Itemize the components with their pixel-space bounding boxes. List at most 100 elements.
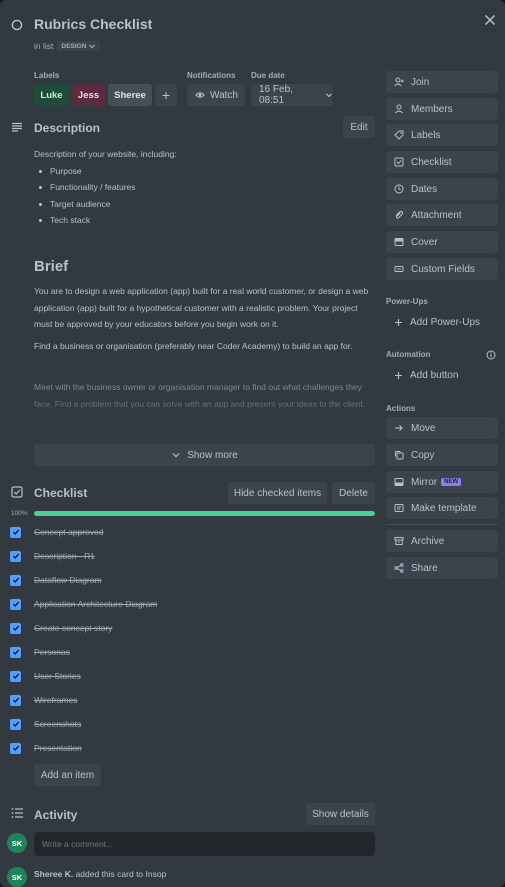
activity-user[interactable]: Sheree K. (34, 869, 73, 879)
label-chip-jess[interactable]: Jess (72, 84, 105, 106)
add-power-ups-button[interactable]: Add Power-Ups (386, 311, 498, 333)
checklist-item[interactable]: Presentation (10, 741, 375, 755)
checklist-progress-track (34, 511, 375, 516)
label-chip-sheree[interactable]: Sheree (108, 84, 152, 106)
activity-icon (11, 808, 23, 818)
checklist-item-label: Dataflow Diagram (34, 575, 102, 585)
checklist-item[interactable]: Screenshots (10, 717, 375, 731)
attachment-button[interactable]: Attachment (386, 204, 498, 226)
custom-fields-button[interactable]: Custom Fields (386, 258, 498, 280)
activity-text: added this card to Insop (73, 869, 167, 879)
checkbox[interactable] (10, 622, 21, 634)
plus-icon (395, 371, 402, 379)
checklist-item-label: Concept approved (34, 527, 104, 537)
card-title[interactable]: Rubrics Checklist (34, 16, 152, 32)
show-details-button[interactable]: Show details (306, 803, 375, 825)
brief-paragraph-1: You are to design a web application (app… (34, 286, 369, 329)
checklist-progress-label: 100% (11, 510, 28, 517)
description-icon (12, 122, 22, 132)
move-button[interactable]: Move (386, 417, 498, 439)
members-button[interactable]: Members (386, 98, 498, 120)
custom-fields-icon (394, 266, 404, 272)
checklist-item-label: Application Architecture Diagram (34, 599, 158, 609)
power-ups-heading: Power-Ups (386, 297, 428, 306)
sidebar-divider (386, 524, 498, 525)
list-item: Target audience (34, 196, 374, 213)
description-body[interactable]: Description of your website, including: … (34, 146, 374, 229)
brief-heading: Brief (34, 258, 69, 275)
tag-icon (394, 130, 404, 140)
checklist-progress-fill (34, 511, 375, 516)
description-fade (34, 392, 374, 432)
checklist-icon (394, 157, 404, 167)
checkbox[interactable] (10, 598, 21, 610)
checklist-item[interactable]: Application Architecture Diagram (10, 597, 375, 611)
user-plus-icon (394, 77, 404, 87)
checklist-item[interactable]: Description - R1 (10, 549, 375, 563)
watch-button[interactable]: Watch (187, 84, 245, 106)
checkbox[interactable] (10, 670, 21, 682)
checkbox[interactable] (10, 718, 21, 730)
checklist-item[interactable]: Dataflow Diagram (10, 573, 375, 587)
dates-button[interactable]: Dates (386, 178, 498, 200)
checklist-button[interactable]: Checklist (386, 151, 498, 173)
show-more-button[interactable]: Show more (34, 444, 375, 466)
mirror-button[interactable]: Mirror NEW (386, 471, 498, 493)
make-template-button[interactable]: Make template (386, 497, 498, 519)
checkbox[interactable] (10, 646, 21, 658)
add-label-button[interactable]: + (155, 84, 177, 106)
checkbox[interactable] (10, 526, 21, 538)
checklist-item-label: User Stories (34, 671, 81, 681)
cover-button[interactable]: Cover (386, 231, 498, 253)
add-automation-button[interactable]: Add button (386, 364, 498, 386)
join-button[interactable]: Join (386, 71, 498, 93)
list-item: Purpose (34, 163, 374, 180)
checkbox[interactable] (10, 550, 21, 562)
labels-button[interactable]: Labels (386, 124, 498, 146)
avatar[interactable]: SK (7, 867, 27, 887)
checkbox[interactable] (10, 574, 21, 586)
labels-heading: Labels (34, 71, 60, 80)
hide-checked-items-button[interactable]: Hide checked items (228, 482, 327, 504)
card-status-circle-icon[interactable] (11, 19, 23, 31)
actions-heading: Actions (386, 404, 416, 413)
label-chip-luke[interactable]: Luke (34, 84, 69, 106)
info-icon[interactable] (486, 350, 496, 360)
arrow-right-icon (395, 425, 403, 431)
due-date-heading: Due date (251, 71, 285, 80)
checklist-item-label: Screenshots (34, 719, 82, 729)
checklist-item-label: Presentation (34, 743, 82, 753)
paperclip-icon (395, 210, 404, 219)
checklist-item-label: Description - R1 (34, 551, 95, 561)
archive-button[interactable]: Archive (386, 530, 498, 552)
list-item: Tech stack (34, 212, 374, 229)
share-button[interactable]: Share (386, 557, 498, 579)
checklist-item[interactable]: Personas (10, 645, 375, 659)
avatar[interactable]: SK (7, 833, 27, 853)
checkmark-icon (12, 601, 19, 608)
automation-heading: Automation (386, 350, 431, 359)
description-intro: Description of your website, including: (34, 149, 177, 159)
due-date-button[interactable]: 16 Feb, 08:51 (251, 84, 333, 106)
edit-description-button[interactable]: Edit (343, 116, 375, 138)
close-icon[interactable] (484, 14, 496, 26)
list-name-button[interactable]: DESIGN (57, 41, 101, 51)
activity-entry: Sheree K. added this card to Insop (34, 869, 166, 879)
checklist-item-label: Wireframes (34, 695, 78, 705)
comment-input[interactable] (34, 832, 375, 856)
checklist-item[interactable]: Create concept story (10, 621, 375, 635)
brief-paragraph-2: Find a business or organisation (prefera… (34, 341, 353, 351)
checkbox[interactable] (10, 694, 21, 706)
checklist-item[interactable]: Concept approved (10, 525, 375, 539)
copy-button[interactable]: Copy (386, 444, 498, 466)
checkmark-icon (12, 673, 19, 680)
delete-checklist-button[interactable]: Delete (332, 482, 375, 504)
checkbox[interactable] (10, 742, 21, 754)
checkmark-icon (12, 553, 19, 560)
add-checklist-item-button[interactable]: Add an item (34, 764, 101, 786)
checklist-item[interactable]: Wireframes (10, 693, 375, 707)
checklist-item-label: Create concept story (34, 623, 113, 633)
checklist-heading: Checklist (34, 486, 88, 500)
activity-heading: Activity (34, 808, 78, 822)
checklist-item[interactable]: User Stories (10, 669, 375, 683)
